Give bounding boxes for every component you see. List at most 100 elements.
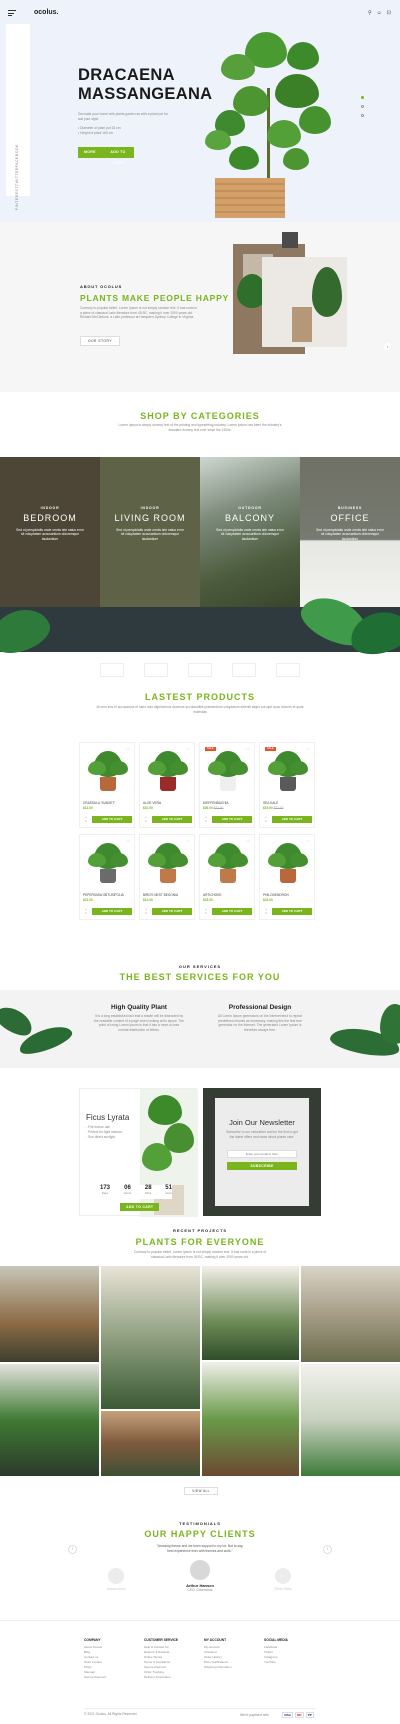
- product-name[interactable]: PEPEROMIA OBTUSIFOLIA: [83, 893, 124, 897]
- testimonial-name: Jessica Anne: [106, 1587, 126, 1591]
- more-button[interactable]: MORE: [78, 147, 102, 158]
- footer-link[interactable]: Secure Payment: [84, 1675, 144, 1680]
- project-image[interactable]: [0, 1364, 99, 1476]
- deal-line: - Fire indoor use: [86, 1125, 111, 1129]
- add-to-cart-button[interactable]: ADD TO CART: [92, 816, 132, 823]
- product-name[interactable]: ARTICHOKE: [203, 893, 222, 897]
- payments-label: We're payment with: [240, 1713, 269, 1717]
- product-name[interactable]: BIRD'S NEST BEGONIA: [143, 893, 178, 897]
- product-image[interactable]: [266, 749, 310, 793]
- category-balcony[interactable]: OUTDOOR BALCONY Sed ut perspiciatis unde…: [200, 457, 300, 607]
- project-image[interactable]: [101, 1411, 200, 1476]
- add-to-cart-button[interactable]: ADD TO CART: [212, 816, 252, 823]
- hero-description: Decorate your home with plants garden as…: [78, 112, 168, 121]
- chevron-right-icon[interactable]: ›: [384, 343, 391, 350]
- search-icon[interactable]: ⚲: [368, 10, 372, 16]
- social-pinterest[interactable]: PINTEREST: [15, 186, 19, 210]
- hero-add-to-cart-button[interactable]: ADD TO CART: [102, 147, 134, 165]
- quantity-stepper[interactable]: +1-: [263, 907, 269, 919]
- menu-icon[interactable]: [8, 10, 16, 16]
- social-facebook[interactable]: FACEBOOK: [15, 144, 19, 167]
- project-image[interactable]: [301, 1266, 400, 1362]
- service-title: High Quality Plant: [111, 1004, 167, 1011]
- slider-dot-active[interactable]: [361, 96, 364, 99]
- chevron-left-icon[interactable]: ‹: [68, 1545, 77, 1554]
- product-image[interactable]: [146, 841, 190, 885]
- product-image[interactable]: [266, 841, 310, 885]
- category-office[interactable]: BUSINESS OFFICE Sed ut perspiciatis unde…: [300, 457, 400, 607]
- footer-col-social-media: SOCIAL MEDIA Facebook Twitter Instagram …: [264, 1638, 324, 1665]
- footer-link[interactable]: Delivery Information: [144, 1675, 204, 1680]
- product-name[interactable]: ALOE VERA: [143, 801, 161, 805]
- category-eyebrow: OUTDOOR: [238, 506, 262, 510]
- quantity-stepper[interactable]: +1-: [263, 815, 269, 827]
- category-desc: Sed ut perspiciatis unde omnis iste natu…: [216, 528, 284, 541]
- add-to-cart-button[interactable]: ADD TO CART: [212, 908, 252, 915]
- category-name: LIVING ROOM: [114, 513, 186, 523]
- quantity-stepper[interactable]: +1-: [143, 907, 149, 919]
- project-image[interactable]: [202, 1362, 299, 1476]
- category-bedroom[interactable]: INDOOR BEDROOM Sed ut perspiciatis unde …: [0, 457, 100, 607]
- product-image[interactable]: [86, 749, 130, 793]
- product-name[interactable]: DIEFFENBACHIA: [203, 801, 229, 805]
- testimonial-role: CEO, Greenvirus: [187, 1588, 213, 1592]
- countdown-label: Days: [101, 1191, 109, 1195]
- view-all-button[interactable]: VIEW ALL: [184, 1487, 218, 1495]
- project-image[interactable]: [0, 1266, 99, 1362]
- paypal-icon: PP: [305, 1712, 314, 1718]
- copyright: © 2021 Ocolus. All Rights Reserved.: [84, 1712, 138, 1716]
- product-card[interactable]: SALE ♡ SEA KALE $19.00 $22.00 +1- ADD TO CART: [259, 742, 315, 828]
- product-card[interactable]: ♡ ARTICHOKE $18.00 +1- ADD TO CART: [199, 834, 255, 920]
- product-card[interactable]: ♡ CRASSULA 'SUNSET' $13.00 +1- ADD TO CART: [79, 742, 135, 828]
- footer-link[interactable]: YouTube: [264, 1660, 324, 1665]
- project-image[interactable]: [101, 1266, 200, 1409]
- quantity-stepper[interactable]: +1-: [83, 907, 89, 919]
- add-to-cart-button[interactable]: ADD TO CART: [272, 908, 312, 915]
- product-name[interactable]: SEA KALE: [263, 801, 278, 805]
- footer-col-title: COMPANY: [84, 1638, 101, 1642]
- deal-add-to-cart-button[interactable]: ADD TO CART: [120, 1203, 160, 1211]
- add-to-cart-button[interactable]: ADD TO CART: [152, 816, 192, 823]
- product-image[interactable]: [146, 749, 190, 793]
- quantity-stepper[interactable]: +1-: [143, 815, 149, 827]
- chevron-right-icon[interactable]: ›: [323, 1545, 332, 1554]
- cart-icon[interactable]: ⊡: [387, 10, 391, 16]
- newsletter-email-input[interactable]: [227, 1150, 297, 1158]
- quantity-stepper[interactable]: +1-: [203, 907, 209, 919]
- our-story-button[interactable]: OUR STORY: [80, 336, 120, 346]
- services-eyebrow: OUR SERVICES: [178, 964, 222, 969]
- quantity-stepper[interactable]: +1-: [83, 815, 89, 827]
- product-card[interactable]: SALE ♡ DIEFFENBACHIA $26.00 $32.00 +1- ADD TO…: [199, 742, 255, 828]
- slider-dot[interactable]: [361, 105, 364, 108]
- footer-col-title: CUSTOMER SERVICE: [144, 1638, 179, 1642]
- product-image[interactable]: [206, 841, 250, 885]
- product-card[interactable]: ♡ PHILODENDRON $22.00 +1- ADD TO CART: [259, 834, 315, 920]
- user-icon[interactable]: ☺: [377, 10, 382, 16]
- project-image[interactable]: [202, 1266, 299, 1360]
- product-card[interactable]: ♡ PEPEROMIA OBTUSIFOLIA $21.00 +1- ADD TO C…: [79, 834, 135, 920]
- quantity-stepper[interactable]: +1-: [203, 815, 209, 827]
- add-to-cart-button[interactable]: ADD TO CART: [152, 908, 192, 915]
- social-twitter[interactable]: TWITTER: [15, 167, 19, 186]
- hero-bullet: • Height of plant 160 cm: [78, 131, 114, 135]
- add-to-cart-button[interactable]: ADD TO CART: [272, 816, 312, 823]
- logo[interactable]: ocolus.: [34, 9, 59, 16]
- subscribe-button[interactable]: SUBSCRIBE: [227, 1162, 297, 1170]
- product-card[interactable]: ♡ ALOE VERA $10.00 +1- ADD TO CART: [139, 742, 195, 828]
- category-living-room[interactable]: INDOOR LIVING ROOM Sed ut perspiciatis u…: [100, 457, 200, 607]
- add-to-cart-button[interactable]: ADD TO CART: [92, 908, 132, 915]
- category-eyebrow: BUSINESS: [337, 506, 363, 510]
- project-image[interactable]: [301, 1364, 400, 1476]
- product-image[interactable]: [206, 749, 250, 793]
- footer-link[interactable]: Shipping Information: [204, 1665, 264, 1670]
- product-old-price: $32.00: [213, 806, 224, 810]
- product-name[interactable]: PHILODENDRON: [263, 893, 289, 897]
- footer-col-company: COMPANY About Ocolus Blog Contact us Sto…: [84, 1638, 144, 1680]
- countdown: 173 Days 06 Hours 28 Mins 51 Secs: [100, 1185, 172, 1199]
- product-card[interactable]: ♡ BIRD'S NEST BEGONIA $12.00 +1- ADD TO CAR…: [139, 834, 195, 920]
- product-image[interactable]: [86, 841, 130, 885]
- service-title: Professional Design: [228, 1004, 292, 1011]
- deal-line: - Perfect for light indoors: [86, 1130, 122, 1134]
- slider-dot[interactable]: [361, 114, 364, 117]
- product-name[interactable]: CRASSULA 'SUNSET': [83, 801, 115, 805]
